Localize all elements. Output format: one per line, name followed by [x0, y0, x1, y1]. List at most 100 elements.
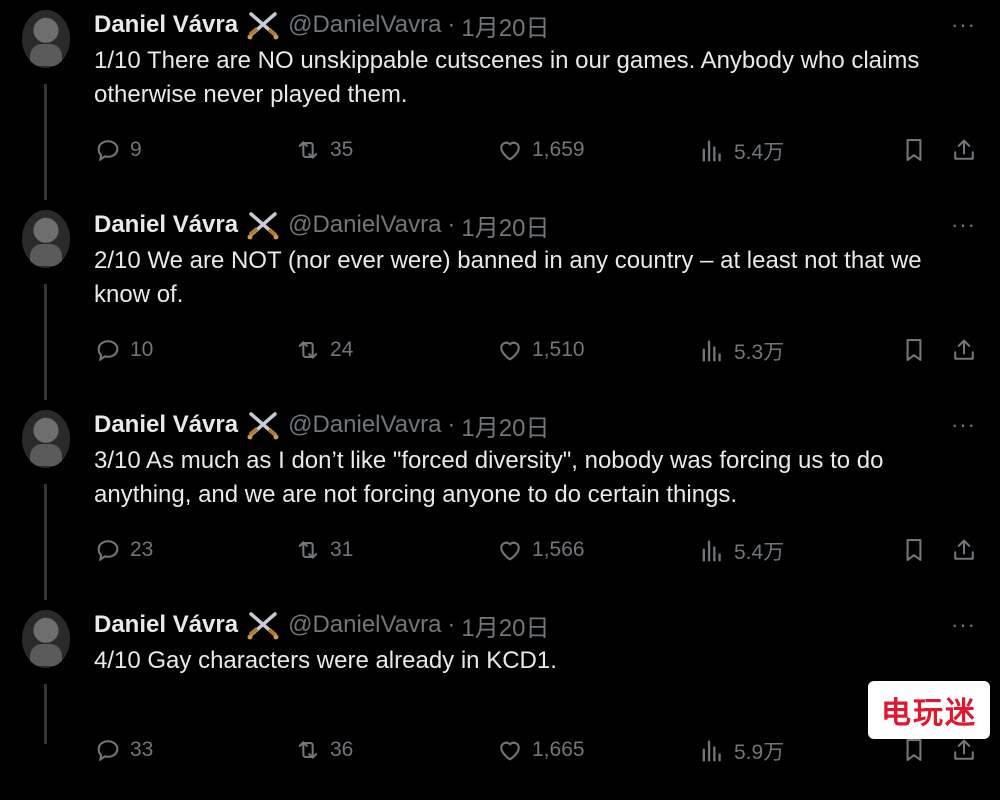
like-button[interactable]: 1,659	[496, 136, 585, 164]
thread-line	[44, 284, 47, 400]
crossed-swords-icon	[246, 10, 280, 40]
tweet-date[interactable]: 1月20日	[461, 8, 549, 43]
views-button[interactable]: 5.3万	[698, 336, 784, 366]
tweet[interactable]: Daniel Vávra @DanielVavra · 1月20日 ··· 2/…	[0, 200, 1000, 400]
avatar[interactable]	[22, 210, 70, 268]
bookmark-icon	[906, 539, 922, 561]
tweet-date[interactable]: 1月20日	[461, 408, 549, 443]
share-button[interactable]	[950, 336, 978, 364]
tweet-text: 3/10 As much as I don’t like "forced div…	[94, 447, 884, 508]
like-count: 1,659	[532, 138, 585, 161]
retweet-icon	[298, 341, 318, 359]
thread-line	[44, 484, 47, 600]
more-options-icon[interactable]: ···	[951, 212, 976, 238]
like-count: 1,665	[532, 738, 585, 761]
views-button[interactable]: 5.4万	[698, 136, 784, 166]
thread-line	[44, 84, 47, 200]
retweet-icon	[298, 141, 318, 159]
tweet[interactable]: Daniel Vávra @DanielVavra · 1月20日 ··· 4/…	[0, 600, 1000, 800]
share-icon	[954, 139, 974, 160]
tweet-date[interactable]: 1月20日	[461, 208, 549, 243]
author-name[interactable]: Daniel Vávra	[94, 611, 238, 639]
author-handle[interactable]: @DanielVavra	[288, 411, 441, 439]
bookmark-button[interactable]	[900, 136, 928, 164]
action-bar: 33 36 1,665 5.9万	[94, 736, 984, 768]
tweet-header: Daniel Vávra @DanielVavra · 1月20日	[94, 608, 549, 642]
like-icon	[500, 541, 520, 561]
share-icon	[954, 539, 974, 560]
views-icon	[702, 140, 721, 162]
views-count: 5.4万	[734, 541, 785, 564]
like-button[interactable]: 1,510	[496, 336, 585, 364]
reply-button[interactable]: 10	[94, 336, 153, 364]
bookmark-icon	[906, 139, 922, 161]
bookmark-button[interactable]	[900, 336, 928, 364]
author-handle[interactable]: @DanielVavra	[288, 211, 441, 239]
tweet[interactable]: Daniel Vávra @DanielVavra · 1月20日 ··· 3/…	[0, 400, 1000, 600]
author-handle[interactable]: @DanielVavra	[288, 11, 441, 39]
action-bar: 10 24 1,510 5.3万	[94, 336, 984, 368]
retweet-button[interactable]: 24	[294, 336, 353, 364]
tweet-header: Daniel Vávra @DanielVavra · 1月20日	[94, 408, 549, 442]
crossed-swords-icon	[246, 610, 280, 640]
reply-button[interactable]: 23	[94, 536, 153, 564]
share-icon	[954, 739, 974, 760]
like-icon	[500, 141, 520, 161]
more-options-icon[interactable]: ···	[951, 412, 976, 438]
retweet-button[interactable]: 35	[294, 136, 353, 164]
share-icon	[954, 339, 974, 360]
like-button[interactable]: 1,665	[496, 736, 585, 764]
reply-icon	[97, 340, 119, 362]
retweet-button[interactable]: 36	[294, 736, 353, 764]
tweet-text: 4/10 Gay characters were already in KCD1…	[94, 647, 557, 674]
retweet-icon	[298, 741, 318, 759]
tweet-header: Daniel Vávra @DanielVavra · 1月20日	[94, 8, 549, 42]
share-button[interactable]	[950, 736, 978, 764]
reply-button[interactable]: 9	[94, 136, 142, 164]
tweet-date[interactable]: 1月20日	[461, 608, 549, 643]
reply-count: 23	[130, 538, 154, 561]
reply-count: 9	[130, 138, 142, 161]
like-count: 1,510	[532, 338, 585, 361]
crossed-swords-icon	[246, 210, 280, 240]
more-options-icon[interactable]: ···	[951, 12, 976, 38]
bookmark-button[interactable]	[900, 536, 928, 564]
thread-line	[44, 684, 47, 744]
reply-icon	[97, 740, 119, 762]
more-options-icon[interactable]: ···	[951, 612, 976, 638]
bookmark-button[interactable]	[900, 736, 928, 764]
like-button[interactable]: 1,566	[496, 536, 585, 564]
tweet[interactable]: Daniel Vávra @DanielVavra · 1月20日 ··· 1/…	[0, 0, 1000, 200]
share-button[interactable]	[950, 136, 978, 164]
avatar[interactable]	[22, 410, 70, 468]
views-button[interactable]: 5.4万	[698, 536, 784, 566]
author-name[interactable]: Daniel Vávra	[94, 11, 238, 39]
avatar[interactable]	[22, 10, 70, 68]
tweet-text: 2/10 We are NOT (nor ever were) banned i…	[94, 247, 922, 308]
views-icon	[702, 540, 721, 562]
action-bar: 9 35 1,659 5.4万	[94, 136, 984, 168]
separator-dot: ·	[447, 611, 456, 638]
views-icon	[702, 740, 721, 762]
separator-dot: ·	[447, 11, 456, 38]
separator-dot: ·	[447, 211, 456, 238]
share-button[interactable]	[950, 536, 978, 564]
views-icon	[702, 340, 721, 362]
author-name[interactable]: Daniel Vávra	[94, 411, 238, 439]
author-handle[interactable]: @DanielVavra	[288, 611, 441, 639]
avatar[interactable]	[22, 610, 70, 668]
like-icon	[500, 341, 520, 361]
views-count: 5.9万	[734, 741, 785, 764]
like-icon	[500, 741, 520, 761]
views-count: 5.4万	[734, 141, 785, 164]
reply-button[interactable]: 33	[94, 736, 153, 764]
reply-count: 10	[130, 338, 154, 361]
views-button[interactable]: 5.9万	[698, 736, 784, 766]
reply-icon	[97, 140, 119, 162]
bookmark-icon	[906, 339, 922, 361]
retweet-count: 24	[330, 338, 354, 361]
reply-icon	[97, 540, 119, 562]
tweet-text: 1/10 There are NO unskippable cutscenes …	[94, 47, 920, 108]
author-name[interactable]: Daniel Vávra	[94, 211, 238, 239]
retweet-button[interactable]: 31	[294, 536, 353, 564]
